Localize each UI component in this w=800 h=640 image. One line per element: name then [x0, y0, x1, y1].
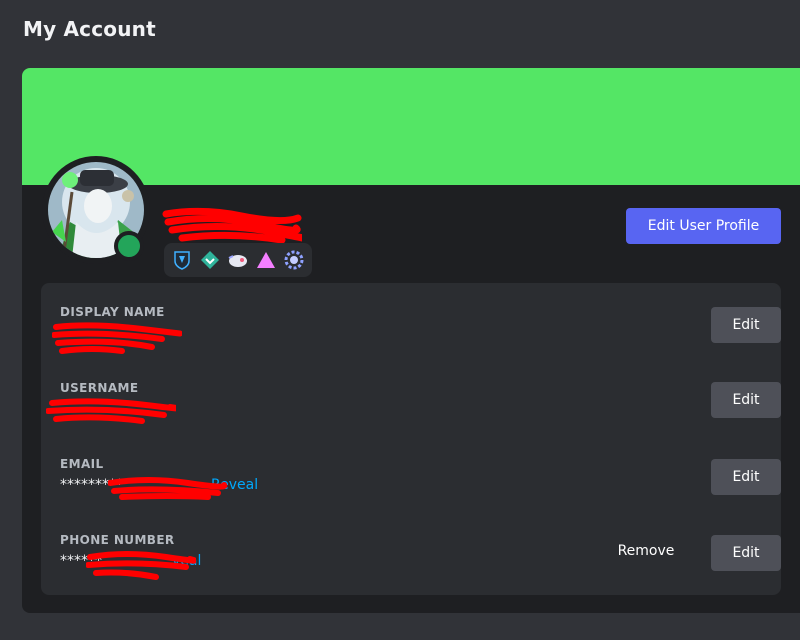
redacted-name-scribble — [162, 207, 302, 244]
email-value: ********* Reveal — [60, 477, 258, 493]
phone-label: PHONE NUMBER — [60, 533, 175, 547]
phone-reveal-link[interactable]: veal — [172, 553, 201, 569]
redacted-username-scribble — [46, 398, 176, 424]
triangle-badge-icon[interactable] — [255, 249, 277, 271]
account-card: Edit User Profile DISPLAY NAME Edit USER… — [22, 68, 800, 613]
email-field: EMAIL ********* Reveal Edit — [60, 457, 781, 517]
edit-username-button[interactable]: Edit — [711, 382, 781, 418]
edit-display-name-button[interactable]: Edit — [711, 307, 781, 343]
phone-value: ****** veal — [60, 553, 201, 569]
email-label: EMAIL — [60, 457, 104, 471]
profile-banner — [22, 68, 800, 185]
diamond-badge-icon[interactable] — [199, 249, 221, 271]
email-reveal-link[interactable]: Reveal — [211, 477, 258, 493]
account-info-panel: DISPLAY NAME Edit USERNAME Edit EMAIL **… — [41, 283, 781, 595]
display-name-label: DISPLAY NAME — [60, 305, 165, 319]
remove-phone-button[interactable]: Remove — [606, 533, 686, 569]
username-field: USERNAME Edit — [46, 381, 781, 441]
phone-field: PHONE NUMBER ****** veal Remove Edit — [60, 533, 781, 593]
email-masked-value: ********* — [60, 477, 123, 493]
online-status-icon — [114, 231, 144, 261]
phone-masked-value: ****** — [60, 553, 102, 569]
nitro-boost-icon[interactable] — [227, 249, 249, 271]
badge-row — [164, 243, 312, 277]
hypesquad-shield-icon[interactable] — [171, 249, 193, 271]
edit-phone-button[interactable]: Edit — [711, 535, 781, 571]
edit-user-profile-button[interactable]: Edit User Profile — [626, 208, 781, 244]
username-label: USERNAME — [60, 381, 139, 395]
gear-badge-icon[interactable] — [283, 249, 305, 271]
display-name-field: DISPLAY NAME Edit — [52, 305, 781, 365]
page-title: My Account — [23, 17, 156, 41]
redacted-display-name-scribble — [52, 322, 182, 354]
edit-email-button[interactable]: Edit — [711, 459, 781, 495]
